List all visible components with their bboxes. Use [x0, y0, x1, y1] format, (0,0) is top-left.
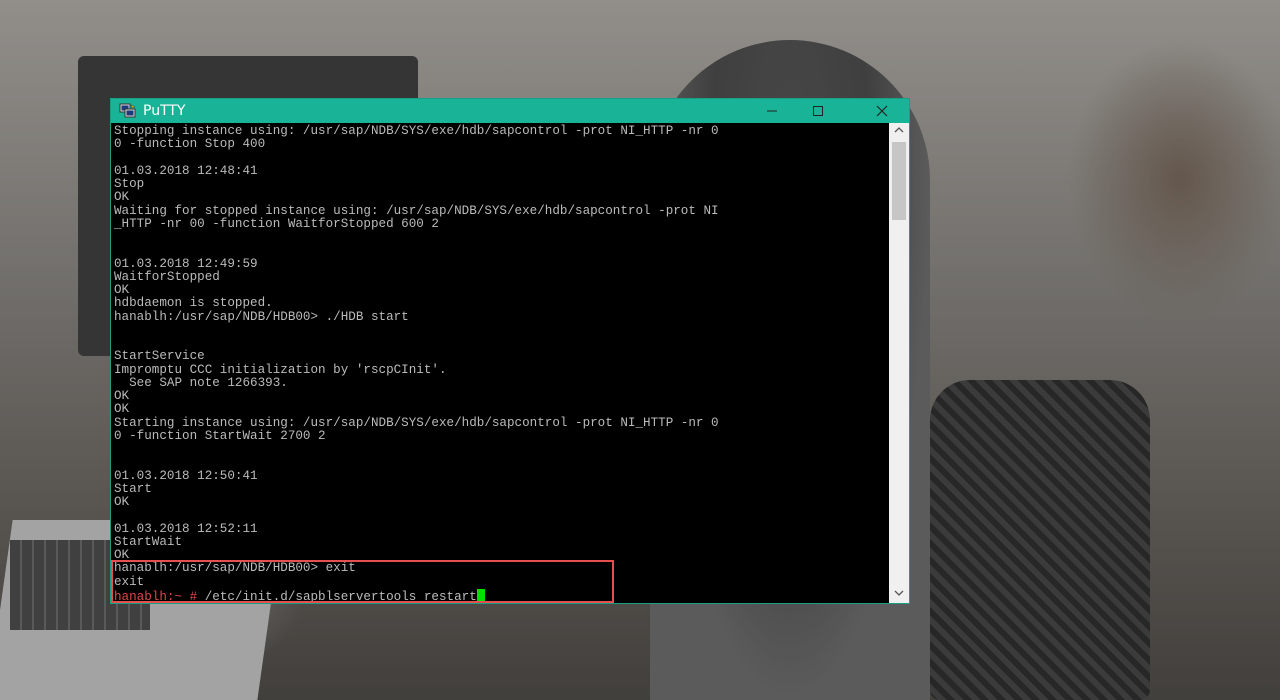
terminal-line: 01.03.2018 12:49:59: [114, 256, 258, 271]
terminal-line: Waiting for stopped instance using: /usr…: [114, 203, 719, 218]
maximize-button[interactable]: [795, 99, 841, 123]
minimize-icon: [766, 102, 778, 121]
terminal-line: OK: [114, 283, 130, 297]
putty-terminals-icon[interactable]: [119, 103, 137, 119]
typed-command: /etc/init.d/sapblservertools restart: [197, 589, 477, 603]
terminal-line: 01.03.2018 12:50:41: [114, 468, 258, 483]
terminal-line: OK: [114, 402, 130, 417]
terminal-line: _HTTP -nr 00 -function WaitforStopped 60…: [114, 216, 439, 231]
terminal-line: StartWait: [114, 534, 183, 549]
minimize-button[interactable]: [749, 99, 795, 123]
window-title: PuTTY: [143, 103, 186, 119]
scroll-thumb[interactable]: [892, 142, 906, 220]
terminal-line: WaitforStopped: [114, 269, 220, 284]
terminal-line: 0 -function StartWait 2700 2: [114, 428, 326, 443]
close-icon: [876, 102, 888, 121]
close-button[interactable]: [859, 99, 905, 123]
terminal-line: Starting instance using: /usr/sap/NDB/SY…: [114, 415, 719, 430]
terminal-line: hanablh:/usr/sap/NDB/HDB00> ./HDB start: [114, 309, 409, 324]
terminal-prompt-line[interactable]: hanablh:~ # /etc/init.d/sapblservertools…: [114, 588, 719, 603]
terminal-line: hdbdaemon is stopped.: [114, 296, 273, 311]
vertical-scrollbar[interactable]: [889, 123, 909, 603]
chevron-up-icon: [894, 126, 904, 137]
terminal-line: Start: [114, 481, 152, 496]
maximize-icon: [812, 102, 824, 121]
terminal-line: See SAP note 1266393.: [114, 375, 288, 390]
terminal-line: OK: [114, 389, 130, 403]
scroll-up-button[interactable]: [889, 123, 909, 140]
terminal-line: OK: [114, 548, 130, 562]
terminal-line: 01.03.2018 12:48:41: [114, 163, 258, 178]
terminal-line: OK: [114, 190, 130, 205]
terminal-line: OK: [114, 495, 130, 509]
terminal-line: exit: [114, 574, 145, 589]
scroll-down-button[interactable]: [889, 586, 909, 603]
terminal-line: StartService: [114, 349, 205, 364]
chevron-down-icon: [894, 589, 904, 600]
terminal-output[interactable]: Stopping instance using: /usr/sap/NDB/SY…: [111, 123, 889, 603]
terminal-line: 01.03.2018 12:52:11: [114, 521, 258, 536]
shell-prompt: hanablh:~ #: [114, 589, 198, 603]
terminal-line: 0 -function Stop 400: [114, 137, 266, 152]
terminal-line: Stopping instance using: /usr/sap/NDB/SY…: [114, 124, 719, 138]
terminal-text: Stopping instance using: /usr/sap/NDB/SY…: [114, 124, 719, 603]
terminal-line: Stop: [114, 177, 145, 191]
text-cursor: [476, 588, 485, 601]
putty-window[interactable]: PuTTY Stopping instance using: /usr/sap/…: [110, 98, 910, 604]
title-bar[interactable]: PuTTY: [111, 99, 909, 123]
terminal-line: hanablh:/usr/sap/NDB/HDB00> exit: [114, 561, 356, 576]
terminal-line: Impromptu CCC initialization by 'rscpCIn…: [114, 362, 447, 377]
